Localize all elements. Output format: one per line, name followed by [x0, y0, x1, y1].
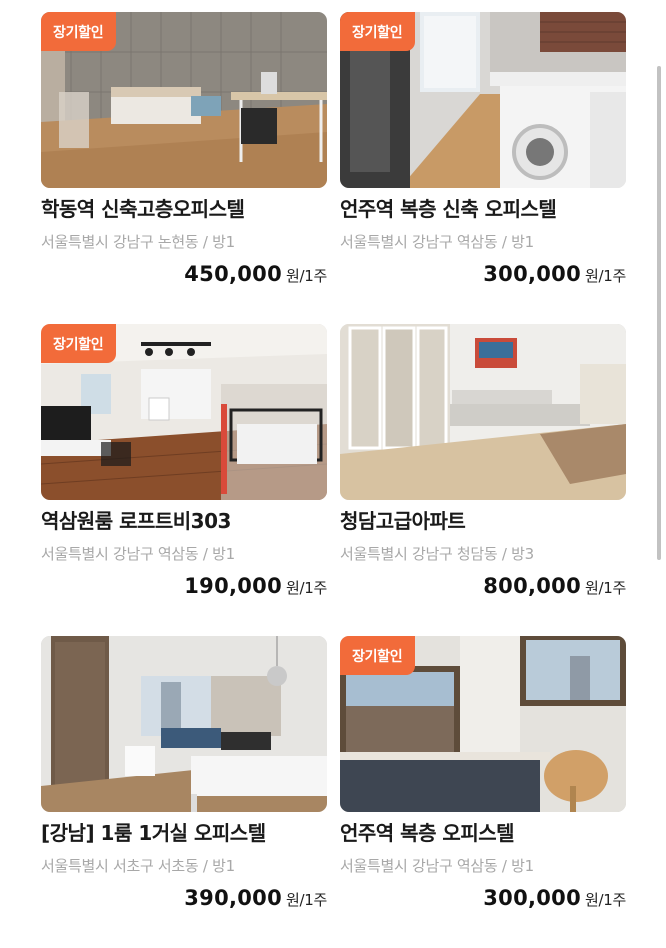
- price-unit: 원/1주: [585, 579, 626, 597]
- price-row: 300,000 원/1주: [483, 886, 626, 910]
- listing-title[interactable]: 언주역 복층 오피스텔: [340, 818, 626, 848]
- price-row: 300,000 원/1주: [483, 262, 626, 286]
- price-unit: 원/1주: [286, 267, 327, 285]
- listing-location: 서울특별시 강남구 역삼동 / 방1: [41, 545, 235, 563]
- listing-card[interactable]: 장기할인 학동역 신축고층오피스텔 서울특별시 강남구 논현동 / 방1 450…: [41, 12, 327, 324]
- listing-title[interactable]: [강남] 1룸 1거실 오피스텔: [41, 818, 327, 848]
- listing-photo[interactable]: [41, 636, 327, 812]
- price-row: 190,000 원/1주: [184, 574, 327, 598]
- listing-card[interactable]: 장기할인 언주역 복층 오피스텔 서울특별시 강남구 역삼동 / 방1 300,…: [340, 636, 626, 948]
- listing-card[interactable]: [강남] 1룸 1거실 오피스텔 서울특별시 서초구 서초동 / 방1 390,…: [41, 636, 327, 948]
- listing-title[interactable]: 역삼원룸 로프트비303: [41, 506, 327, 536]
- listing-grid: 장기할인 학동역 신축고층오피스텔 서울특별시 강남구 논현동 / 방1 450…: [41, 12, 626, 948]
- price-unit: 원/1주: [585, 891, 626, 909]
- listing-location: 서울특별시 서초구 서초동 / 방1: [41, 857, 235, 875]
- listing-price: 450,000: [184, 262, 282, 286]
- long-term-discount-badge: 장기할인: [41, 324, 117, 363]
- scrollbar[interactable]: [657, 66, 661, 560]
- listing-location: 서울특별시 강남구 역삼동 / 방1: [340, 857, 534, 875]
- listing-card[interactable]: 장기할인 언주역 복층 신축 오피스텔 서울특별시 강남구 역삼동 / 방1 3…: [340, 12, 626, 324]
- listing-card[interactable]: 장기할인 역삼원룸 로프트비303 서울특별시 강남구 역삼동 / 방1 190…: [41, 324, 327, 636]
- listing-photo[interactable]: 장기할인: [340, 636, 626, 812]
- room-photo-image: [340, 324, 626, 500]
- listing-photo[interactable]: 장기할인: [340, 12, 626, 188]
- price-row: 800,000 원/1주: [483, 574, 626, 598]
- price-unit: 원/1주: [286, 891, 327, 909]
- price-row: 450,000 원/1주: [184, 262, 327, 286]
- price-unit: 원/1주: [585, 267, 626, 285]
- listing-price: 300,000: [483, 886, 581, 910]
- price-row: 390,000 원/1주: [184, 886, 327, 910]
- listing-location: 서울특별시 강남구 청담동 / 방3: [340, 545, 534, 563]
- listing-title[interactable]: 언주역 복층 신축 오피스텔: [340, 194, 626, 224]
- listing-location: 서울특별시 강남구 역삼동 / 방1: [340, 233, 534, 251]
- listing-photo[interactable]: 장기할인: [41, 324, 327, 500]
- long-term-discount-badge: 장기할인: [340, 636, 416, 675]
- listing-photo[interactable]: 장기할인: [41, 12, 327, 188]
- listing-location: 서울특별시 강남구 논현동 / 방1: [41, 233, 235, 251]
- price-unit: 원/1주: [286, 579, 327, 597]
- listing-price: 390,000: [184, 886, 282, 910]
- listing-card[interactable]: 청담고급아파트 서울특별시 강남구 청담동 / 방3 800,000 원/1주: [340, 324, 626, 636]
- listing-price: 190,000: [184, 574, 282, 598]
- listing-title[interactable]: 청담고급아파트: [340, 506, 626, 536]
- long-term-discount-badge: 장기할인: [340, 12, 416, 51]
- room-photo-image: [41, 636, 327, 812]
- long-term-discount-badge: 장기할인: [41, 12, 117, 51]
- listing-photo[interactable]: [340, 324, 626, 500]
- listing-title[interactable]: 학동역 신축고층오피스텔: [41, 194, 327, 224]
- listing-price: 300,000: [483, 262, 581, 286]
- listing-price: 800,000: [483, 574, 581, 598]
